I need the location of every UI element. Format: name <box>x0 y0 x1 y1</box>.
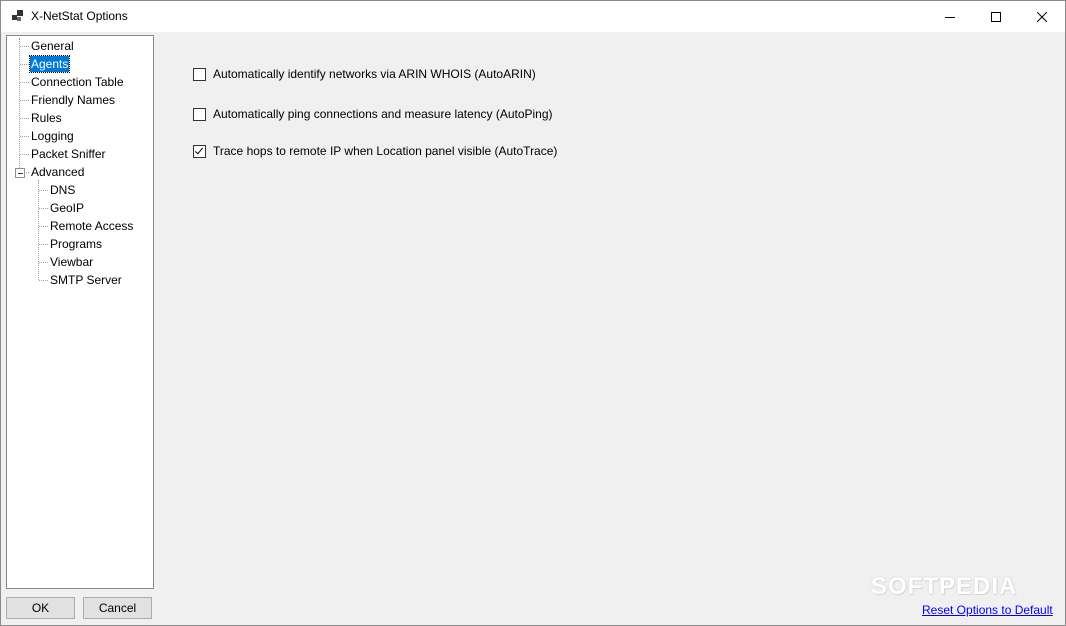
autoping-label[interactable]: Automatically ping connections and measu… <box>213 107 553 121</box>
ok-button[interactable]: OK <box>6 597 75 619</box>
reset-options-link[interactable]: Reset Options to Default <box>922 603 1053 617</box>
options-tree[interactable]: General Agents Connection Table Friendly… <box>6 35 154 589</box>
tree-item-general[interactable]: General <box>30 38 75 54</box>
autoping-checkbox[interactable] <box>193 107 206 121</box>
tree-connector <box>20 46 29 47</box>
tree-item-remote-access[interactable]: Remote Access <box>49 218 134 234</box>
tree-item-packet-sniffer[interactable]: Packet Sniffer <box>30 146 106 162</box>
title-bar[interactable]: X-NetStat Options <box>1 1 1065 32</box>
minimize-icon <box>945 16 955 18</box>
tree-connector <box>39 244 48 245</box>
minimize-button[interactable] <box>927 1 973 32</box>
maximize-icon <box>991 11 1001 22</box>
window-title: X-NetStat Options <box>31 9 128 23</box>
tree-item-connection-table[interactable]: Connection Table <box>30 74 125 90</box>
tree-item-programs[interactable]: Programs <box>49 236 103 252</box>
tree-item-logging[interactable]: Logging <box>30 128 75 144</box>
tree-connector <box>20 82 29 83</box>
tree-connector <box>39 208 48 209</box>
cancel-button[interactable]: Cancel <box>83 597 152 619</box>
tree-item-dns[interactable]: DNS <box>49 182 76 198</box>
tree-item-rules[interactable]: Rules <box>30 110 63 126</box>
option-autotrace[interactable]: Trace hops to remote IP when Location pa… <box>193 144 557 158</box>
autotrace-label[interactable]: Trace hops to remote IP when Location pa… <box>213 144 557 158</box>
tree-connector <box>39 190 48 191</box>
tree-connector <box>39 262 48 263</box>
tree-connector <box>39 226 48 227</box>
autotrace-checkbox[interactable] <box>193 144 206 158</box>
autoarin-label[interactable]: Automatically identify networks via ARIN… <box>213 67 536 81</box>
collapse-icon[interactable] <box>15 168 25 178</box>
option-autoping[interactable]: Automatically ping connections and measu… <box>193 107 553 121</box>
tree-connector <box>20 136 29 137</box>
tree-connector <box>20 100 29 101</box>
softpedia-watermark: SOFTPEDIA <box>871 573 1018 600</box>
tree-connector <box>20 64 29 65</box>
tree-connector <box>20 154 29 155</box>
tree-connector <box>38 180 39 280</box>
app-icon <box>12 10 23 21</box>
close-icon <box>1037 11 1047 22</box>
tree-item-smtp-server[interactable]: SMTP Server <box>49 272 123 288</box>
tree-item-geoip[interactable]: GeoIP <box>49 200 85 216</box>
tree-item-friendly-names[interactable]: Friendly Names <box>30 92 116 108</box>
tree-item-advanced[interactable]: Advanced <box>30 164 85 180</box>
tree-connector <box>20 118 29 119</box>
tree-item-agents[interactable]: Agents <box>28 55 71 73</box>
option-autoarin[interactable]: Automatically identify networks via ARIN… <box>193 67 536 81</box>
options-window: X-NetStat Options General Agents Connect… <box>0 0 1066 626</box>
maximize-button[interactable] <box>973 1 1019 32</box>
tree-connector <box>19 38 20 172</box>
tree-item-viewbar[interactable]: Viewbar <box>49 254 94 270</box>
autoarin-checkbox[interactable] <box>193 67 206 81</box>
tree-connector <box>39 280 48 281</box>
close-button[interactable] <box>1019 1 1065 32</box>
